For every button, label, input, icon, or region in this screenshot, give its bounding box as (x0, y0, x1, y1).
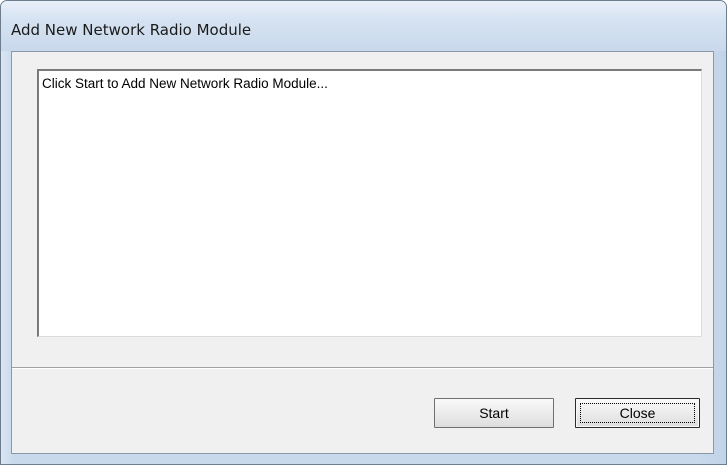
start-button[interactable]: Start (434, 398, 554, 428)
status-log-textbox[interactable]: Click Start to Add New Network Radio Mod… (37, 69, 702, 337)
start-button-label: Start (479, 405, 509, 421)
close-button-label: Close (619, 405, 656, 421)
title-bar[interactable]: Add New Network Radio Module (1, 1, 726, 51)
close-button[interactable]: Close (575, 398, 700, 428)
button-bar-separator (12, 367, 713, 369)
dialog-client-area: Click Start to Add New Network Radio Mod… (11, 51, 714, 454)
window-title: Add New Network Radio Module (11, 21, 252, 39)
dialog-window: Add New Network Radio Module Click Start… (0, 0, 727, 465)
